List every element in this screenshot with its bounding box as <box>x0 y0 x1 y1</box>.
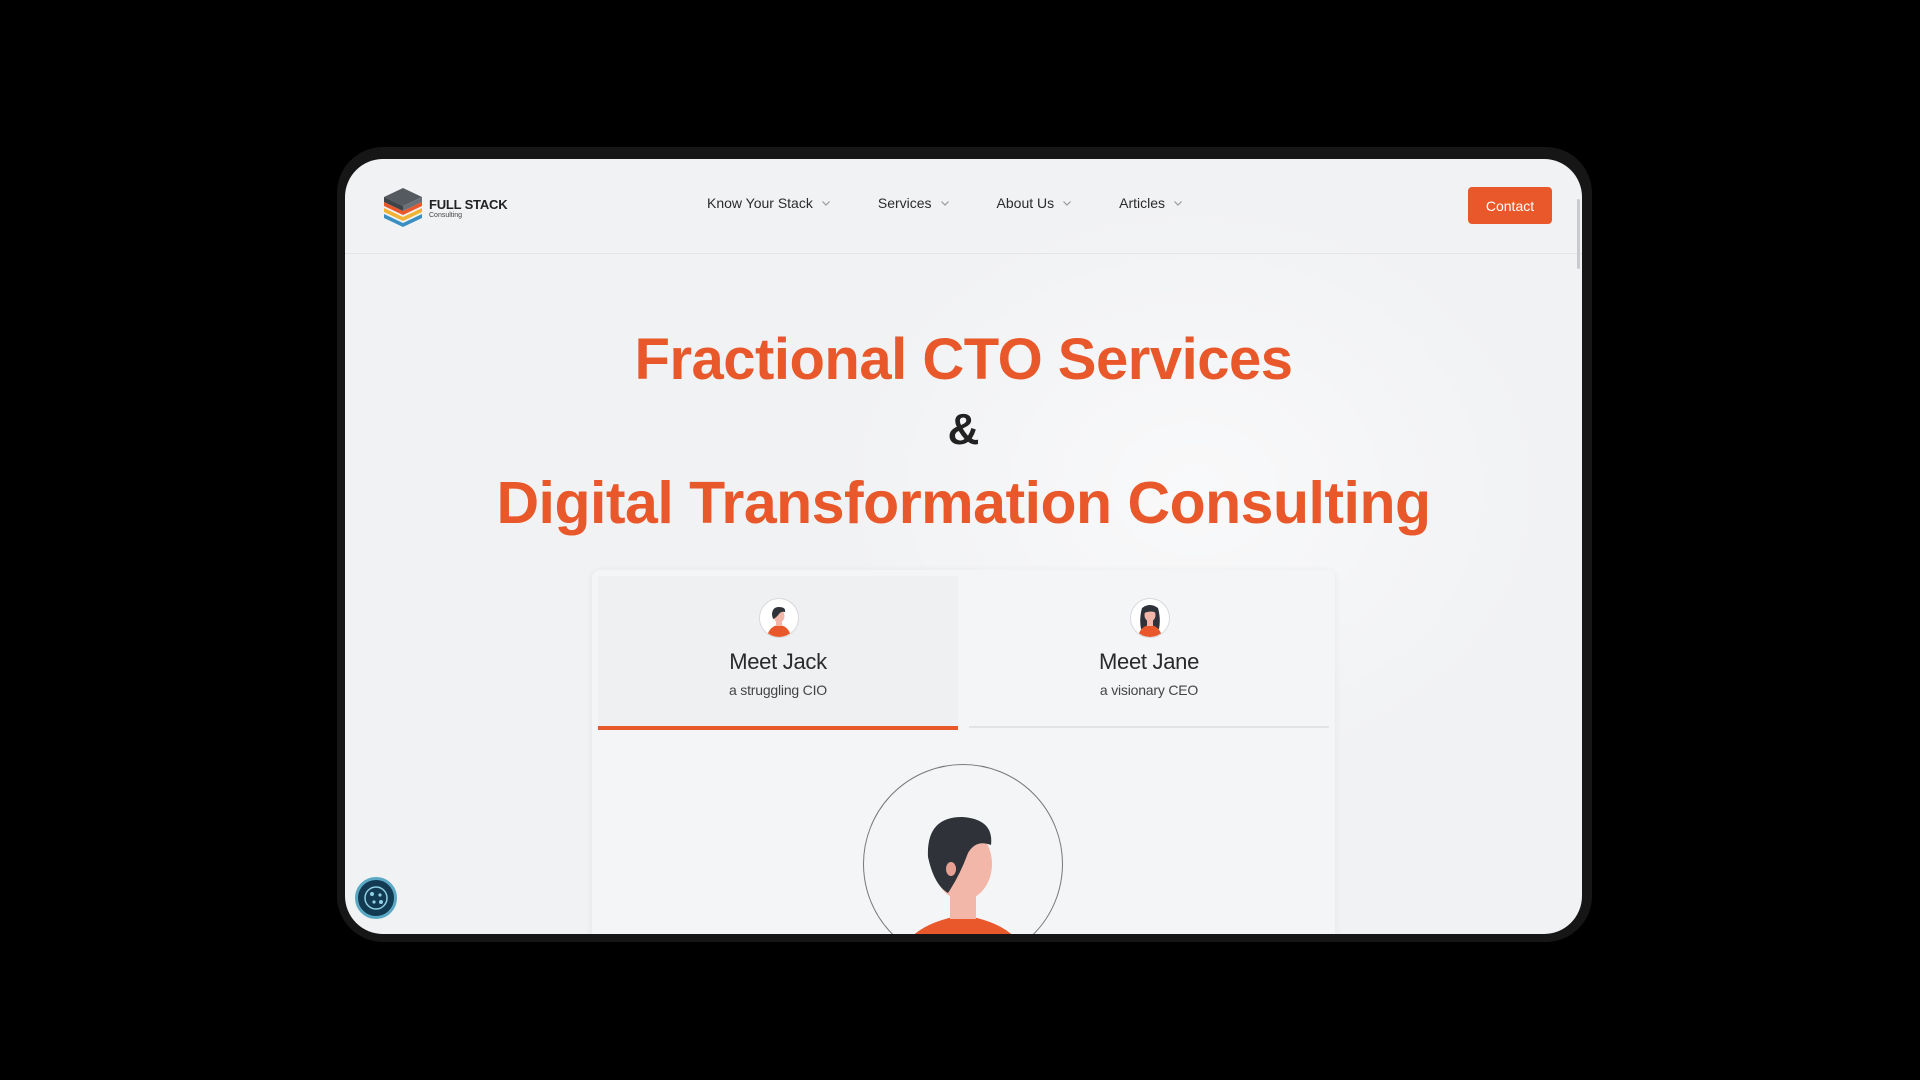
hero-ampersand: & <box>947 405 980 454</box>
tab-meet-jane[interactable]: Meet Jane a visionary CEO <box>969 576 1329 728</box>
site-header: FULL STACK Consulting Know Your Stack Se… <box>345 159 1582 254</box>
tab-name: Meet Jack <box>729 649 827 674</box>
tab-role: a visionary CEO <box>1099 682 1199 698</box>
jack-illustration <box>863 764 1063 934</box>
logo-subtitle: Consulting <box>429 211 463 219</box>
cookie-settings-icon[interactable] <box>355 877 397 919</box>
nav-item-label: Services <box>877 195 932 211</box>
logo-title: FULL STACK <box>429 196 508 212</box>
logo-stack-icon <box>384 188 422 227</box>
nav-item-services[interactable]: Services <box>878 195 950 211</box>
site-logo[interactable]: FULL STACK Consulting <box>382 185 508 231</box>
chevron-down-icon <box>821 201 830 206</box>
persona-tabs-card: Meet Jack a struggling CIO Meet Jane a v… <box>592 570 1335 934</box>
browser-viewport: FULL STACK Consulting Know Your Stack Se… <box>345 159 1582 934</box>
man-avatar-icon <box>759 598 799 638</box>
chevron-down-icon <box>1063 201 1072 206</box>
nav-item-know-your-stack[interactable]: Know Your Stack <box>707 195 831 211</box>
contact-button[interactable]: Contact <box>1468 187 1552 224</box>
main-nav: Know Your Stack Services About Us Articl… <box>707 195 1230 211</box>
chevron-down-icon <box>1174 201 1182 206</box>
nav-item-label: Articles <box>1119 195 1166 211</box>
page-scrollbar[interactable] <box>1577 199 1580 269</box>
tab-meet-jack[interactable]: Meet Jack a struggling CIO <box>598 576 958 730</box>
chevron-down-icon <box>940 201 949 206</box>
tab-role: a struggling CIO <box>729 682 827 698</box>
hero-title-line2: Digital Transformation Consulting <box>496 470 1431 536</box>
nav-item-label: Know Your Stack <box>707 195 813 211</box>
woman-avatar-icon <box>1130 598 1170 638</box>
nav-item-articles[interactable]: Articles <box>1119 195 1183 211</box>
nav-item-label: About Us <box>996 195 1055 211</box>
tab-name: Meet Jane <box>1098 649 1200 674</box>
hero-title-line1: Fractional CTO Services <box>634 327 1293 392</box>
nav-item-about-us[interactable]: About Us <box>997 195 1073 211</box>
